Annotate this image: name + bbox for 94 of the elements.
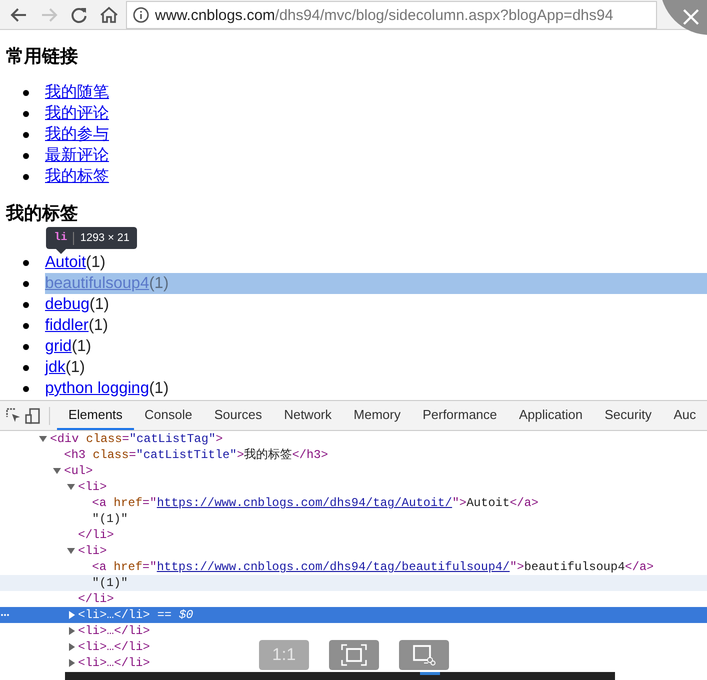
info-icon[interactable] [133, 7, 149, 23]
bullet-icon [23, 364, 29, 370]
bullet-icon [23, 132, 29, 138]
code-token: </h3> [292, 447, 328, 463]
code-token: > [236, 447, 244, 463]
reload-icon [70, 6, 88, 24]
devtools-tab[interactable]: Network [272, 401, 343, 430]
tag-link[interactable]: 我的随笔 [45, 82, 109, 103]
bullet-icon [23, 280, 29, 286]
devtools-tab[interactable]: Application [508, 401, 594, 430]
home-icon [99, 6, 119, 24]
code-token: == $0 [156, 607, 194, 623]
tooltip-tag: li [54, 232, 68, 244]
bullet-icon [23, 174, 29, 180]
tag-count: (1) [88, 316, 108, 336]
close-icon [682, 8, 700, 26]
tag-link[interactable]: Autoit [45, 252, 86, 273]
fit-screen-icon [341, 644, 367, 666]
code-token: </li> [78, 527, 114, 543]
tag-count: (1) [65, 358, 86, 378]
bullet-icon [23, 260, 29, 266]
code-token: = [128, 447, 136, 463]
code-token: "catListTag" [129, 431, 216, 447]
devtools-tab[interactable]: Auc [662, 401, 707, 430]
crop-button[interactable] [399, 640, 449, 670]
code-token: <li> [78, 479, 107, 495]
code-token: <div [50, 431, 79, 447]
indicator-mark [420, 672, 440, 675]
tag-count: (1) [72, 337, 92, 357]
tag-link[interactable]: debug [45, 294, 90, 315]
code-token: <li>…</li> [78, 639, 150, 655]
code-token: <li>…</li> [78, 655, 150, 671]
href-link[interactable]: https://www.cnblogs.com/dhs94/tag/Autoit/ [156, 495, 452, 511]
tag-link[interactable]: 我的参与 [45, 124, 109, 145]
code-token: "(1)" [92, 575, 128, 591]
code-token: <li> [78, 543, 107, 559]
code-token: > [216, 431, 223, 447]
code-token: </li> [78, 591, 114, 607]
bullet-icon [23, 152, 29, 158]
devtools-tab[interactable]: Console [134, 401, 204, 430]
back-arrow-icon [10, 6, 28, 24]
code-token: href [112, 559, 142, 575]
devtools-tab[interactable]: Elements [57, 401, 134, 430]
code-token: beautifulsoup4 [524, 559, 625, 575]
code-token: "> [452, 495, 466, 511]
tag-count: (1) [149, 379, 169, 399]
tag-link[interactable]: 我的标签 [45, 166, 109, 187]
bullet-icon [23, 90, 29, 96]
bullet-icon [23, 386, 29, 392]
code-token: =" [142, 559, 157, 575]
section-heading: 常用链接 [6, 45, 79, 67]
tooltip-size: 1293 × 21 [80, 232, 130, 244]
tag-link[interactable]: fiddler [45, 315, 89, 336]
code-token: "> [510, 559, 524, 575]
code-token: <ul> [64, 463, 93, 479]
code-token: class [85, 431, 122, 447]
address-bar[interactable]: www.cnblogs.com/dhs94/mvc/blog/sidecolumn.aspx?blogApp=dhs94 [126, 1, 657, 29]
code-token: "(1)" [92, 511, 128, 527]
code-token: <a [92, 559, 106, 575]
tag-link[interactable]: 我的评论 [45, 103, 109, 124]
code-token: 我的标签 [244, 447, 292, 463]
devtools-tab[interactable]: Performance [412, 401, 508, 430]
code-token: Autoit [466, 495, 510, 511]
code-token: "catListTitle" [136, 447, 237, 463]
bullet-icon [23, 110, 29, 116]
code-token: class [92, 447, 129, 463]
devtools-tab[interactable]: Memory [342, 401, 412, 430]
code-token: </a> [510, 495, 539, 511]
crop-icon [411, 644, 437, 666]
bullet-icon [23, 322, 29, 328]
code-token: href [112, 495, 142, 511]
code-token: <li>…</li> [78, 623, 150, 639]
tag-link[interactable]: jdk [45, 357, 66, 378]
href-link[interactable]: https://www.cnblogs.com/dhs94/tag/beautifulsoup4/ [156, 559, 510, 575]
forward-arrow-icon [40, 6, 58, 24]
code-token: <a [92, 495, 106, 511]
code-token: =" [142, 495, 157, 511]
code-token: <li>…</li> [78, 607, 150, 623]
url-text: www.cnblogs.com/dhs94/mvc/blog/sidecolumn.aspx?blogApp=dhs94 [155, 6, 614, 24]
tag-count: (1) [86, 253, 106, 273]
tag-link[interactable]: 最新评论 [45, 145, 109, 166]
code-token: </a> [624, 559, 654, 575]
tag-count: (1) [90, 295, 110, 315]
section-heading: 我的标签 [6, 202, 79, 224]
bullet-icon [23, 344, 29, 350]
code-token: <h3 [64, 447, 86, 463]
fit-window-button[interactable] [329, 640, 379, 670]
code-token: = [122, 431, 130, 447]
tag-link[interactable]: grid [45, 336, 72, 357]
tag-count: (1) [149, 274, 169, 294]
devtools-tab[interactable]: Security [594, 401, 663, 430]
devtools-tab[interactable]: Sources [203, 401, 273, 430]
tag-link[interactable]: python logging [45, 378, 150, 399]
bullet-icon [23, 302, 29, 308]
